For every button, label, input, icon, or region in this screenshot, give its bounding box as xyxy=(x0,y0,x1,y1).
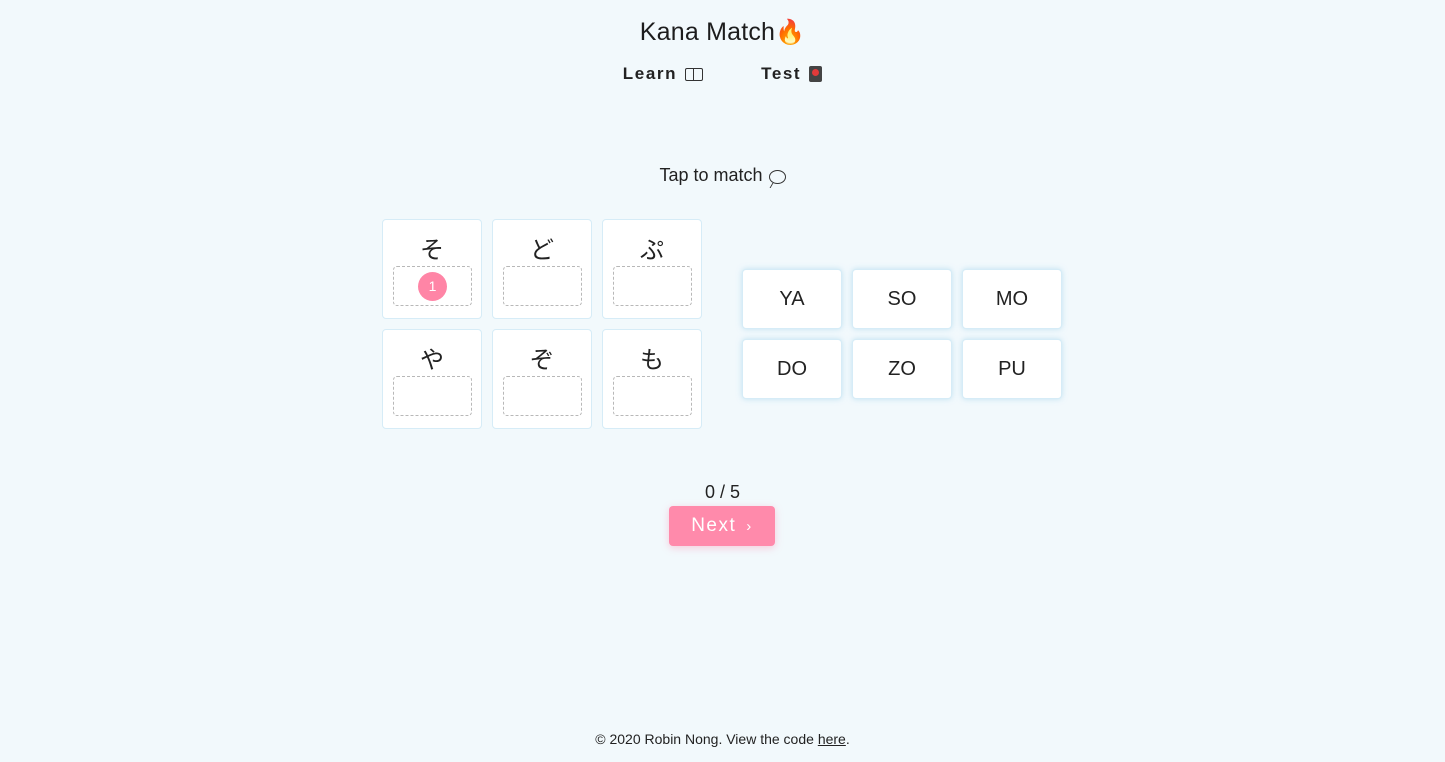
kana-card: ぞ xyxy=(492,329,592,429)
nav-test-label: Test xyxy=(761,64,802,83)
chevron-right-icon: › xyxy=(746,517,753,535)
romaji-option-zo[interactable]: ZO xyxy=(852,339,952,399)
instruction: Tap to match xyxy=(0,165,1445,186)
match-slot[interactable]: 1 xyxy=(393,266,472,306)
kana-character: も xyxy=(640,346,664,374)
match-slot[interactable] xyxy=(613,266,692,306)
flower-playing-card-icon xyxy=(809,66,823,82)
match-slot[interactable] xyxy=(613,376,692,416)
kana-card: や xyxy=(382,329,482,429)
footer: © 2020 Robin Nong. View the code here. xyxy=(0,731,1445,747)
progress-counter: 0 / 5 xyxy=(704,482,741,502)
speech-bubble-icon xyxy=(768,169,786,184)
romaji-option-ya[interactable]: YA xyxy=(742,269,842,329)
source-code-link[interactable]: here xyxy=(818,731,846,747)
kana-character: ぷ xyxy=(640,236,664,264)
match-slot[interactable] xyxy=(503,266,582,306)
kana-card: も xyxy=(602,329,702,429)
open-book-icon xyxy=(685,67,704,81)
nav-learn-label: Learn xyxy=(622,64,678,83)
main-nav: Learn Test xyxy=(0,64,1445,84)
romaji-option-mo[interactable]: MO xyxy=(962,269,1062,329)
next-button-label: Next xyxy=(691,515,737,536)
romaji-option-so[interactable]: SO xyxy=(852,269,952,329)
kana-character: そ xyxy=(420,236,444,264)
kana-card: ど xyxy=(492,219,592,319)
romaji-grid: YA SO MO DO ZO PU xyxy=(742,269,1062,399)
romaji-option-do[interactable]: DO xyxy=(742,339,842,399)
kana-grid: そ 1 ど ぷ や ぞ も xyxy=(382,219,702,429)
app-title-text: Kana Match xyxy=(639,18,776,46)
match-slot[interactable] xyxy=(393,376,472,416)
footer-suffix: . xyxy=(845,731,850,747)
instruction-text: Tap to match xyxy=(659,165,763,185)
kana-card: そ 1 xyxy=(382,219,482,319)
nav-test-link[interactable]: Test xyxy=(761,64,823,84)
next-button[interactable]: Next › xyxy=(669,506,775,546)
fire-icon: 🔥 xyxy=(775,19,806,46)
kana-character: ぞ xyxy=(530,346,554,374)
app-title: Kana Match🔥 xyxy=(0,18,1445,47)
nav-learn-link[interactable]: Learn xyxy=(622,64,704,84)
romaji-option-pu[interactable]: PU xyxy=(962,339,1062,399)
match-slot-badge: 1 xyxy=(418,272,447,301)
kana-character: や xyxy=(420,346,444,374)
kana-character: ど xyxy=(530,236,554,264)
footer-text: © 2020 Robin Nong. View the code xyxy=(595,731,818,747)
kana-card: ぷ xyxy=(602,219,702,319)
match-slot[interactable] xyxy=(503,376,582,416)
